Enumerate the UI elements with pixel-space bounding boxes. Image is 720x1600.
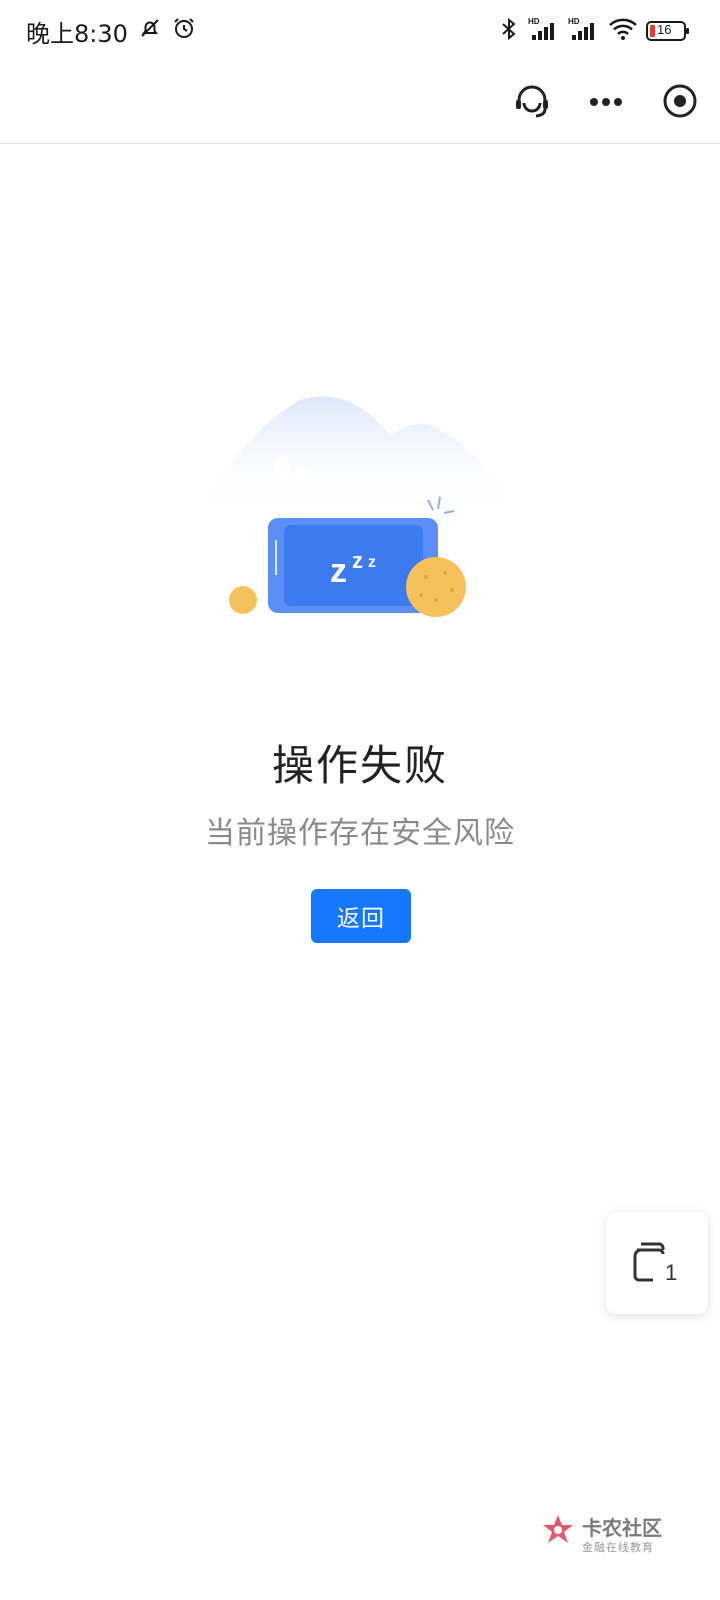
status-right: HD HD 16 xyxy=(498,16,690,46)
floating-pages-widget[interactable]: 1 xyxy=(606,1212,708,1314)
svg-text:z: z xyxy=(368,554,376,571)
sleeping-phone-illustration: z z z xyxy=(200,395,520,635)
signal-hd-icon: HD xyxy=(528,16,560,46)
back-button[interactable]: 返回 xyxy=(311,889,411,943)
svg-text:z: z xyxy=(352,548,363,573)
error-subtitle: 当前操作存在安全风险 xyxy=(205,816,515,851)
battery-level: 16 xyxy=(657,22,672,37)
kanong-logo-icon xyxy=(540,1513,576,1557)
mute-bell-icon xyxy=(138,16,162,46)
widget-count: 1 xyxy=(665,1260,677,1284)
svg-text:HD: HD xyxy=(568,17,580,26)
wifi-icon xyxy=(608,17,638,45)
battery-icon: 16 xyxy=(646,20,690,42)
close-button[interactable] xyxy=(660,83,700,123)
more-icon xyxy=(588,93,624,112)
status-bar: 晚上8:30 HD HD 16 xyxy=(0,0,720,62)
close-target-icon xyxy=(662,83,698,123)
status-time: 晚上8:30 xyxy=(26,19,128,48)
nav-bar xyxy=(0,62,720,144)
stacked-pages-icon: 1 xyxy=(631,1238,683,1288)
customer-service-button[interactable] xyxy=(512,83,552,123)
watermark-text: 卡农社区 金融在线教育 xyxy=(582,1518,662,1553)
watermark: 卡农社区 金融在线教育 xyxy=(540,1510,700,1560)
signal-hd-icon: HD xyxy=(568,16,600,46)
alarm-icon xyxy=(172,16,196,46)
watermark-main: 卡农社区 xyxy=(582,1515,662,1540)
status-left: 晚上8:30 xyxy=(26,14,196,49)
svg-text:HD: HD xyxy=(528,17,540,26)
bluetooth-icon xyxy=(498,17,520,45)
customer-service-icon xyxy=(512,81,552,125)
watermark-sub: 金融在线教育 xyxy=(582,1540,654,1554)
error-title: 操作失败 xyxy=(271,741,448,790)
more-button[interactable] xyxy=(586,83,626,123)
svg-text:z: z xyxy=(330,552,347,590)
